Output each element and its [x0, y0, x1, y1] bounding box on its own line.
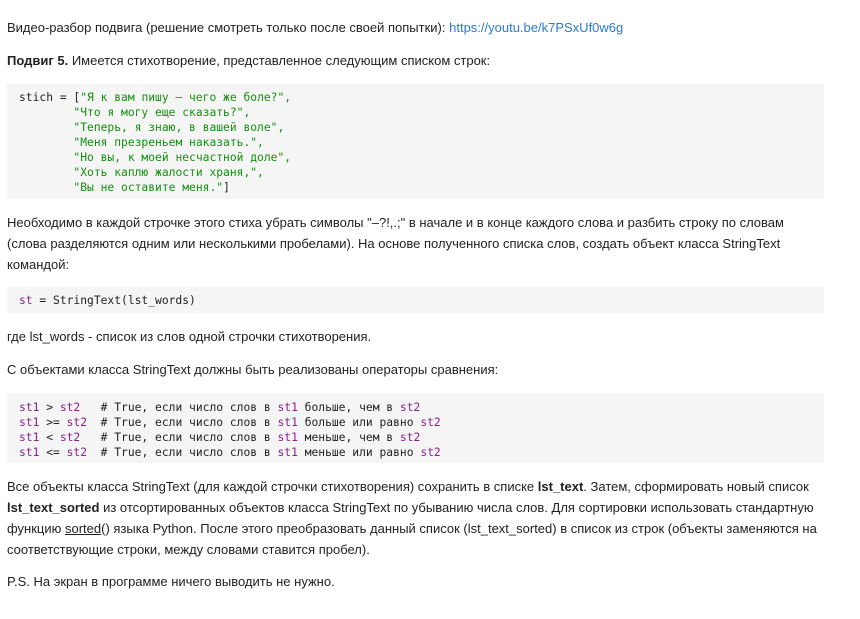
- video-link[interactable]: https://youtu.be/k7PSxUf0w6g: [449, 20, 623, 35]
- paragraph-lst-text: Все объекты класса StringText (для каждо…: [7, 476, 827, 560]
- code-operand: st2: [66, 416, 88, 429]
- sorted-function: sorted: [65, 521, 102, 536]
- task-title: Подвиг 5.: [7, 53, 69, 68]
- code-block-st: st = StringText(lst_words): [7, 287, 824, 313]
- code-operand: st1: [19, 401, 40, 414]
- intro-text: Видео-разбор подвига (решение смотреть т…: [7, 20, 450, 35]
- code-operand: st2: [59, 431, 81, 444]
- code-operator: <=: [39, 446, 67, 459]
- code-operator: <: [39, 431, 60, 444]
- code-string: "Меня презреньем наказать.",: [73, 136, 264, 149]
- code-operand: st1: [277, 431, 298, 444]
- code-string: "Хоть каплю жалости храня,",: [73, 166, 264, 179]
- lst-text-name: lst_text: [537, 479, 584, 494]
- code-string: "Но вы, к моей несчастной доле",: [73, 151, 292, 164]
- code-rest: = StringText(lst_words): [32, 294, 196, 307]
- code-string: "Вы не оставите меня.": [73, 181, 224, 194]
- text: () языка Python. После этого преобразова…: [7, 521, 817, 557]
- intro-paragraph: Видео-разбор подвига (решение смотреть т…: [7, 17, 827, 38]
- code-string: "Теперь, я знаю, в вашей воле",: [73, 121, 285, 134]
- code-comment: больше или равно: [297, 416, 421, 429]
- code-operand: st2: [420, 416, 441, 429]
- code-operand: st1: [277, 401, 298, 414]
- code-operator: >=: [39, 416, 67, 429]
- code-comment: # True, если число слов в: [100, 446, 278, 459]
- code-string: "Что я могу еще сказать?",: [73, 106, 251, 119]
- code-block-comparisons: st1 > st2 # True, если число слов в st1 …: [7, 393, 824, 463]
- code-operand: st2: [399, 401, 421, 414]
- text: . Затем, сформировать новый список: [583, 479, 809, 494]
- task-heading: Подвиг 5. Имеется стихотворение, предста…: [7, 50, 827, 71]
- code-operand: st1: [19, 431, 40, 444]
- code-operand: st1: [277, 446, 298, 459]
- code-operand: st2: [399, 431, 421, 444]
- code-operand: st2: [59, 401, 81, 414]
- code-operator: >: [39, 401, 60, 414]
- code-operand: st1: [19, 446, 40, 459]
- text: Все объекты класса StringText (для каждо…: [7, 479, 538, 494]
- code-close: ]: [223, 181, 230, 194]
- code-var: stich: [19, 91, 54, 104]
- code-operand: st1: [19, 416, 40, 429]
- code-string: "Я к вам пишу – чего же боле?",: [80, 91, 292, 104]
- code-comment: меньше или равно: [297, 446, 421, 459]
- code-comment: больше, чем в: [297, 401, 400, 414]
- paragraph-lst-words: где lst_words - список из слов одной стр…: [7, 329, 372, 344]
- lst-text-sorted-name: lst_text_sorted: [7, 500, 100, 515]
- paragraph-ps: P.S. На экран в программе ничего выводит…: [7, 574, 335, 589]
- paragraph-operators: С объектами класса StringText должны быт…: [7, 362, 499, 377]
- code-operand: st2: [420, 446, 441, 459]
- code-comment: меньше, чем в: [297, 431, 400, 444]
- paragraph-instructions: Необходимо в каждой строчке этого стиха …: [7, 215, 784, 272]
- code-var: st: [19, 294, 33, 307]
- task-text: Имеется стихотворение, представленное сл…: [68, 53, 491, 68]
- code-comment: # True, если число слов в: [100, 416, 278, 429]
- code-comment: # True, если число слов в: [100, 401, 278, 414]
- code-operand: st2: [66, 446, 88, 459]
- code-operand: st1: [277, 416, 298, 429]
- code-assign: = [: [53, 91, 81, 104]
- code-block-stich: stich = ["Я к вам пишу – чего же боле?",…: [7, 84, 824, 199]
- code-comment: # True, если число слов в: [100, 431, 278, 444]
